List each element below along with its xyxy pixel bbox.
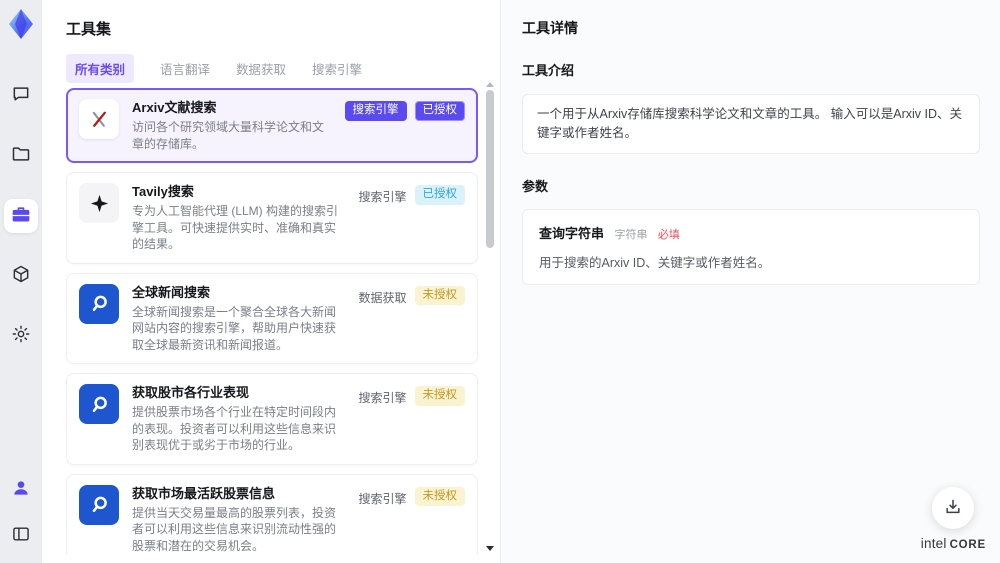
toolset-pane: 工具集 所有类别 语言翻译 数据获取 搜索引擎 Arxiv文献搜索 访问各个研究领域大… — [42, 0, 501, 563]
download-button[interactable] — [932, 487, 975, 529]
sidebar-nav — [4, 79, 38, 353]
tool-status-badge: 未授权 — [414, 386, 465, 406]
tab-category-1[interactable]: 语言翻译 — [160, 59, 210, 78]
tool-category-badge: 搜索引擎 — [358, 190, 407, 204]
param-card: 查询字符串 字符串 必填 用于搜索的Arxiv ID、关键字或作者姓名。 — [522, 208, 980, 285]
tool-card[interactable]: 全球新闻搜索 全球新闻搜索是一个聚合全球各大新闻网站内容的搜索引擎，帮助用户快速… — [66, 272, 478, 364]
sidebar-item-panel-toggle[interactable] — [4, 519, 38, 553]
tool-badges: 搜索引擎 未授权 — [358, 384, 465, 454]
chat-icon — [11, 84, 31, 109]
tool-card-body: 全球新闻搜索 全球新闻搜索是一个聚合全球各大新闻网站内容的搜索引擎，帮助用户快速… — [132, 284, 345, 354]
tool-description: 专为人工智能代理 (LLM) 构建的搜索引擎工具。可快速提供实时、准确和真实的结… — [132, 204, 339, 251]
page-title: 工具集 — [66, 21, 112, 38]
sidebar-item-settings[interactable] — [4, 319, 38, 353]
tool-card[interactable]: Arxiv文献搜索 访问各个研究领域大量科学论文和文章的存储库。 搜索引擎 已授… — [66, 88, 478, 163]
param-name: 查询字符串 — [539, 225, 605, 241]
tool-status-badge: 已授权 — [414, 185, 465, 205]
list-scrollbar[interactable] — [486, 82, 494, 551]
tool-category-badge: 搜索引擎 — [358, 391, 407, 405]
param-header: 查询字符串 字符串 必填 — [539, 223, 963, 243]
tool-card-body: Tavily搜索 专为人工智能代理 (LLM) 构建的搜索引擎工具。可快速提供实… — [132, 183, 345, 253]
corner-widgets: intel CORE — [921, 487, 986, 553]
tool-badges: 数据获取 未授权 — [358, 284, 465, 354]
intro-card: 一个用于从Arxiv存储库搜索科学论文和文章的工具。 输入可以是Arxiv ID… — [522, 94, 980, 154]
tool-description: 提供当天交易量最高的股票列表，投资者可以利用这些信息来识别流动性强的股票和潜在的… — [132, 505, 337, 553]
tool-status-badge: 已授权 — [414, 101, 465, 121]
app-window: 工具集 所有类别 语言翻译 数据获取 搜索引擎 Arxiv文献搜索 访问各个研究领域大… — [0, 0, 1000, 563]
tavily-icon — [79, 183, 119, 223]
tool-category-badge: 搜索引擎 — [358, 491, 407, 506]
user-icon — [11, 478, 31, 503]
tool-card[interactable]: 获取股市各行业表现 提供股票市场各个行业在特定时间段内的表现。投资者可以利用这些… — [66, 373, 478, 465]
tool-card-body: 获取市场最活跃股票信息 提供当天交易量最高的股票列表，投资者可以利用这些信息来识… — [132, 485, 345, 555]
folder-icon — [11, 144, 31, 169]
tool-status-badge: 未授权 — [414, 285, 465, 306]
tool-list: Arxiv文献搜索 访问各个研究领域大量科学论文和文章的存储库。 搜索引擎 已授… — [66, 88, 478, 555]
tool-card-body: Arxiv文献搜索 访问各个研究领域大量科学论文和文章的存储库。 — [132, 99, 332, 152]
download-icon — [943, 497, 963, 520]
app-logo-icon — [4, 7, 38, 41]
tool-description: 访问各个研究领域大量科学论文和文章的存储库。 — [132, 120, 325, 151]
tab-category-2[interactable]: 数据获取 — [236, 59, 286, 78]
cube-icon — [11, 264, 31, 289]
tool-card[interactable]: 获取市场最活跃股票信息 提供当天交易量最高的股票列表，投资者可以利用这些信息来识… — [66, 473, 478, 555]
tool-category-badge: 搜索引擎 — [344, 101, 407, 121]
sidebar-item-chat[interactable] — [4, 79, 38, 113]
stock-search-icon — [79, 484, 119, 525]
intel-core-logo: intel CORE — [920, 536, 986, 551]
sidebar-item-tools[interactable] — [4, 199, 38, 233]
tool-description: 提供股票市场各个行业在特定时间段内的表现。投资者可以利用这些信息来识别表现优于或… — [132, 405, 337, 452]
sidebar-item-files[interactable] — [4, 139, 38, 173]
tab-category-3[interactable]: 搜索引擎 — [312, 59, 362, 78]
tab-category-0[interactable]: 所有类别 — [66, 53, 135, 83]
app-sidebar — [0, 0, 42, 563]
tool-detail-pane: 工具详情 工具介绍 一个用于从Arxiv存储库搜索科学论文和文章的工具。 输入可… — [502, 0, 1000, 563]
panel-toggle-icon — [11, 524, 31, 549]
tool-badges: 搜索引擎 已授权 — [358, 183, 465, 253]
intro-text: 一个用于从Arxiv存储库搜索科学论文和文章的工具。 输入可以是Arxiv ID… — [537, 107, 963, 140]
tool-badges: 搜索引擎 未授权 — [358, 485, 465, 555]
arxiv-icon — [79, 99, 119, 139]
param-description: 用于搜索的Arxiv ID、关键字或作者姓名。 — [539, 255, 771, 270]
gear-icon — [11, 324, 31, 349]
sidebar-item-account[interactable] — [4, 473, 38, 507]
tool-status-badge: 未授权 — [414, 486, 465, 507]
scrollbar-thumb[interactable] — [486, 90, 494, 248]
tool-category-badge: 数据获取 — [358, 290, 407, 305]
tool-name: 获取股市各行业表现 — [132, 385, 250, 400]
params-heading: 参数 — [522, 178, 549, 194]
category-tabs: 所有类别 语言翻译 数据获取 搜索引擎 — [66, 53, 362, 83]
detail-title: 工具详情 — [522, 20, 578, 36]
tool-card-body: 获取股市各行业表现 提供股票市场各个行业在特定时间段内的表现。投资者可以利用这些… — [132, 384, 345, 454]
intro-heading: 工具介绍 — [522, 63, 575, 78]
sidebar-bottom — [4, 473, 38, 553]
scrollbar-down-arrow[interactable] — [486, 546, 494, 551]
tool-name: 全球新闻搜索 — [132, 284, 211, 300]
tool-name: Tavily搜索 — [132, 184, 194, 199]
tool-description: 全球新闻搜索是一个聚合全球各大新闻网站内容的搜索引擎，帮助用户快速获取全球最新资… — [132, 304, 337, 352]
tool-badges: 搜索引擎 已授权 — [344, 99, 465, 152]
sidebar-item-models[interactable] — [4, 259, 38, 293]
param-required-badge: 必填 — [657, 228, 680, 241]
tool-name: 获取市场最活跃股票信息 — [132, 485, 276, 501]
scrollbar-up-arrow[interactable] — [486, 82, 494, 87]
tool-card[interactable]: Tavily搜索 专为人工智能代理 (LLM) 构建的搜索引擎工具。可快速提供实… — [66, 172, 478, 264]
briefcase-icon — [11, 204, 31, 229]
news-search-icon — [79, 283, 119, 324]
stock-search-icon — [79, 384, 119, 424]
param-type: 字符串 — [614, 228, 648, 241]
tool-name: Arxiv文献搜索 — [132, 100, 217, 115]
